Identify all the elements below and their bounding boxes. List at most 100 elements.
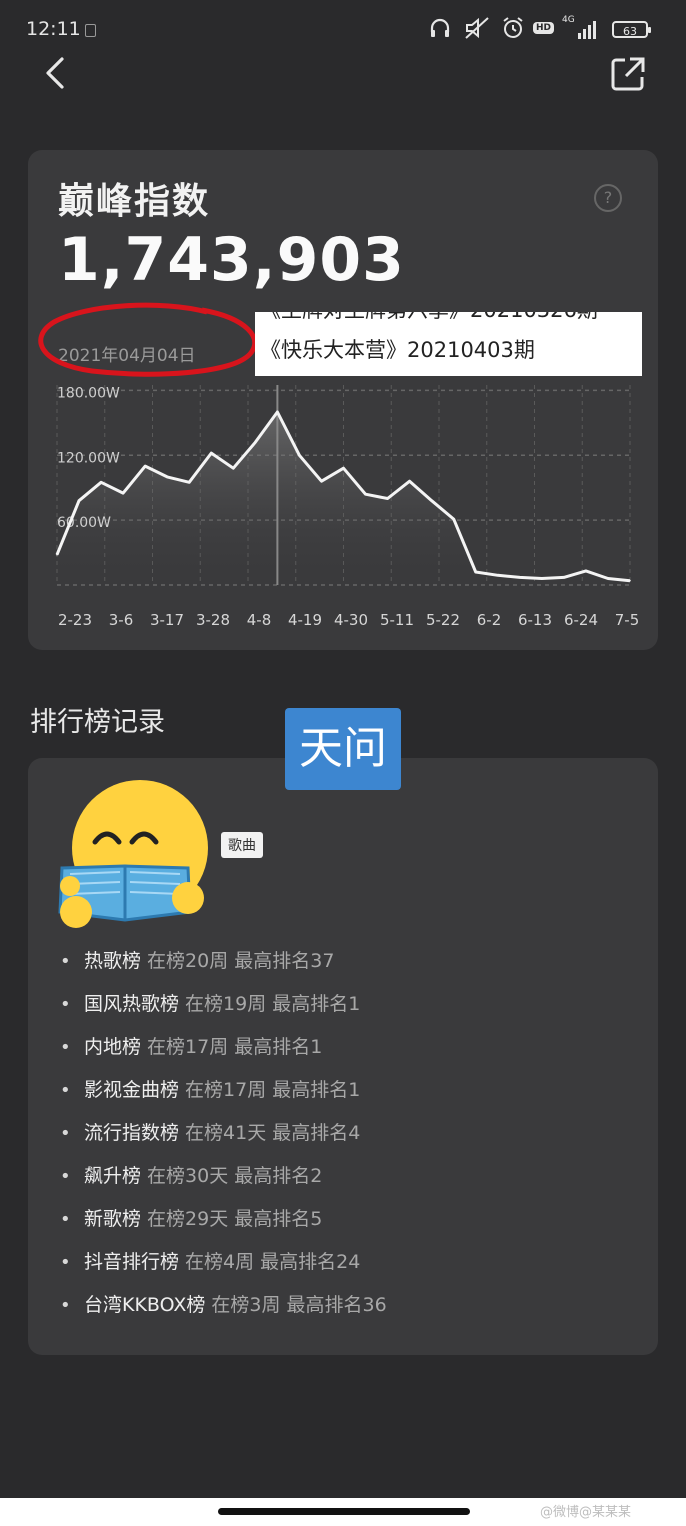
chart-stats: 在榜3周 最高排名36 [211,1294,387,1316]
y-tick-label: 60.00W [57,515,111,531]
data-point [166,476,168,478]
bullet: • [60,1252,71,1273]
data-point [364,493,367,495]
data-point [563,576,565,579]
list-item[interactable]: • 热歌榜 在榜20周 最高排名37 [60,946,620,989]
data-point [78,499,80,502]
data-point [629,579,631,582]
list-item[interactable]: • 流行指数榜 在榜41天 最高排名4 [60,1118,620,1161]
battery-icon: 63 [612,21,651,38]
watermark: @微博@某某某 [540,1505,632,1520]
x-tick-label: 4-8 [247,611,272,629]
data-point [452,518,455,520]
bullet: • [60,1209,71,1230]
sim-icon [85,24,96,37]
chart-name: 内地榜 [84,1036,142,1058]
x-tick-label: 5-22 [426,611,460,629]
chart-name: 飙升榜 [84,1165,142,1187]
chart-tooltip: 《王牌对王牌第六季》20210326期 《快乐大本营》20210403期 [255,312,642,376]
chart-stats: 在榜41天 最高排名4 [185,1122,361,1144]
list-item[interactable]: • 台湾KKBOX榜 在榜3周 最高排名36 [60,1290,620,1333]
bullet: • [60,1295,71,1316]
home-indicator[interactable] [218,1508,470,1515]
chart-stats: 在榜17周 最高排名1 [147,1036,323,1058]
chart-stats: 在榜29天 最高排名5 [147,1208,323,1230]
x-tick-label: 6-2 [477,611,502,629]
data-point [320,480,323,483]
peak-index-value: 1,743,903 [58,225,405,295]
back-button[interactable] [40,55,76,91]
data-point [408,480,411,483]
data-point [585,570,587,572]
x-tick-label: 5-11 [380,611,414,629]
chart-stats: 在榜30天 最高排名2 [147,1165,323,1187]
x-tick-label: 4-30 [334,611,368,629]
data-point [100,481,102,484]
data-point [276,411,279,413]
chart-stats: 在榜17周 最高排名1 [185,1079,361,1101]
data-point [210,452,213,454]
reading-emoji-sticker [58,780,208,928]
chart-name: 台湾KKBOX榜 [84,1294,206,1316]
bullet: • [60,1166,71,1187]
chart-name: 国风热歌榜 [84,993,180,1015]
chart-name: 新歌榜 [84,1208,142,1230]
list-item[interactable]: • 抖音排行榜 在榜4周 最高排名24 [60,1247,620,1290]
chart-name: 抖音排行榜 [84,1251,180,1273]
data-point [188,481,191,484]
chevron-left-icon [46,57,64,89]
x-tick-label: 7-5 [615,611,640,629]
chart-name: 流行指数榜 [84,1122,180,1144]
signal-icon: 4G [562,15,596,39]
x-tick-label: 6-13 [518,611,552,629]
x-tick-label: 4-19 [288,611,322,629]
bullet: • [60,951,71,972]
share-button[interactable] [608,54,648,94]
data-point [298,454,301,457]
headphones-icon [428,16,452,45]
x-tick-label: 3-6 [109,611,134,629]
mute-icon [464,16,490,45]
song-tag: 歌曲 [221,832,263,858]
y-tick-label: 180.00W [57,385,120,401]
data-point [519,576,521,579]
data-point [430,499,433,502]
rank-record-list: • 热歌榜 在榜20周 最高排名37 • 国风热歌榜 在榜19周 最高排名1 • 内地榜 在榜1… [60,946,620,1333]
x-tick-label: 3-17 [150,611,184,629]
tooltip-line-2: 《快乐大本营》20210403期 [260,338,535,362]
bullet: • [60,994,71,1015]
chart-area [57,412,630,585]
chart-name: 影视金曲榜 [84,1079,180,1101]
list-item[interactable]: • 新歌榜 在榜29天 最高排名5 [60,1204,620,1247]
x-tick-label: 3-28 [196,611,230,629]
share-icon [611,57,645,91]
peak-index-chart[interactable]: 180.00W 120.00W 60.00W 2-23 3-6 3-17 3-28 4-8 4… [40,370,640,635]
list-item[interactable]: • 飙升榜 在榜30天 最高排名2 [60,1161,620,1204]
song-title-stamp: 天问 [285,708,401,790]
annotation-circle [38,302,258,377]
x-tick-label: 6-24 [564,611,598,629]
chart-stats: 在榜20周 最高排名37 [147,950,335,972]
data-point [254,441,257,444]
list-item[interactable]: • 内地榜 在榜17周 最高排名1 [60,1032,620,1075]
data-point [122,492,124,494]
bullet: • [60,1037,71,1058]
data-point [144,465,146,467]
list-item[interactable]: • 影视金曲榜 在榜17周 最高排名1 [60,1075,620,1118]
chart-stats: 在榜4周 最高排名24 [185,1251,361,1273]
data-point [386,497,389,500]
status-time: 12:11 [26,18,81,40]
alarm-icon [501,16,525,45]
data-point [232,467,235,470]
bullet: • [60,1080,71,1101]
chart-name: 热歌榜 [84,950,142,972]
data-point [541,577,543,580]
data-point [607,577,609,580]
hd-icon: HD [533,22,555,34]
y-tick-label: 120.00W [57,450,120,466]
data-point [56,553,58,556]
bullet: • [60,1123,71,1144]
peak-index-title: 巅峰指数 [58,181,211,222]
help-icon[interactable]: ? [594,184,622,212]
list-item[interactable]: • 国风热歌榜 在榜19周 最高排名1 [60,989,620,1032]
